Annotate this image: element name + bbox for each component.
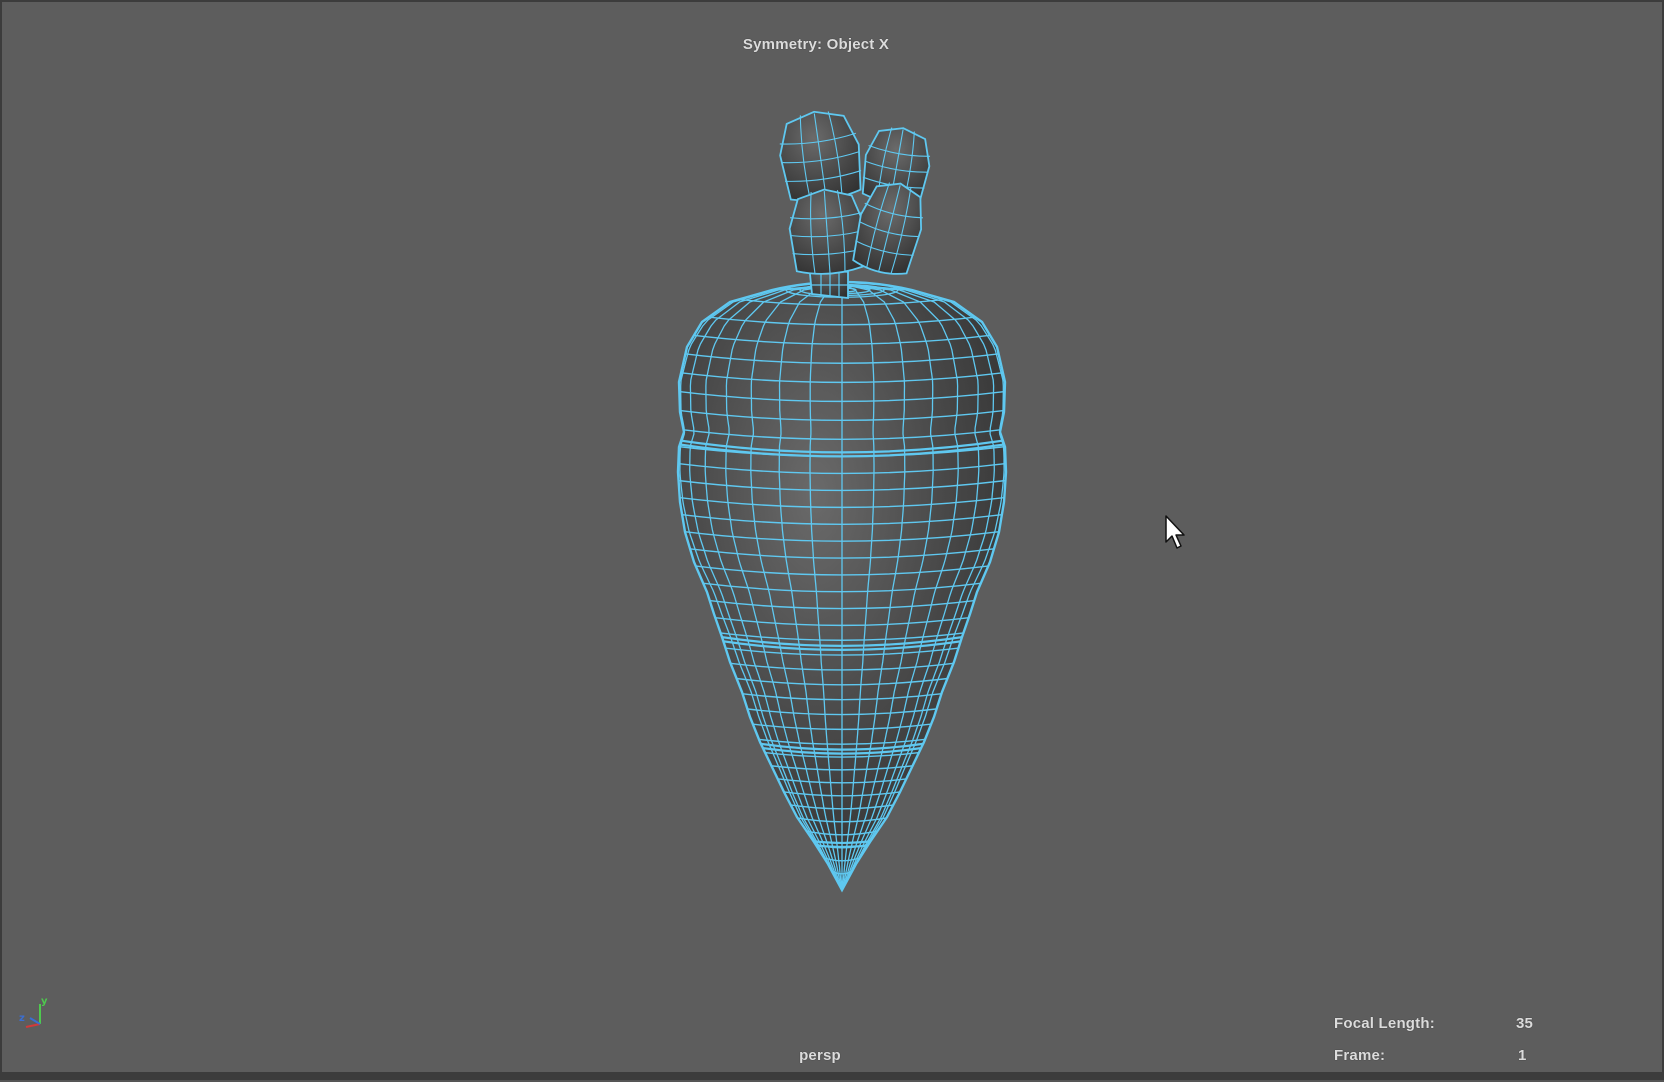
symmetry-status-label: Symmetry: Object X bbox=[742, 36, 890, 53]
frame-value: 1 bbox=[1518, 1047, 1527, 1064]
focal-length-label: Focal Length: bbox=[1334, 1015, 1435, 1032]
carrot-leaf-left-bottom[interactable] bbox=[787, 187, 867, 276]
axis-y-letter: y bbox=[41, 996, 48, 1007]
view-axis-icon: y z bbox=[19, 996, 48, 1028]
mouse-pointer-icon bbox=[1165, 515, 1185, 549]
carrot-mesh-wireframe[interactable] bbox=[2, 2, 1664, 1082]
camera-name-label: persp bbox=[799, 1047, 841, 1064]
axis-z-letter: z bbox=[19, 1013, 25, 1024]
perspective-viewport[interactable]: Symmetry: Object X persp Focal Length: 3… bbox=[0, 0, 1664, 1080]
frame-label: Frame: bbox=[1334, 1047, 1386, 1064]
focal-length-value: 35 bbox=[1516, 1015, 1534, 1032]
